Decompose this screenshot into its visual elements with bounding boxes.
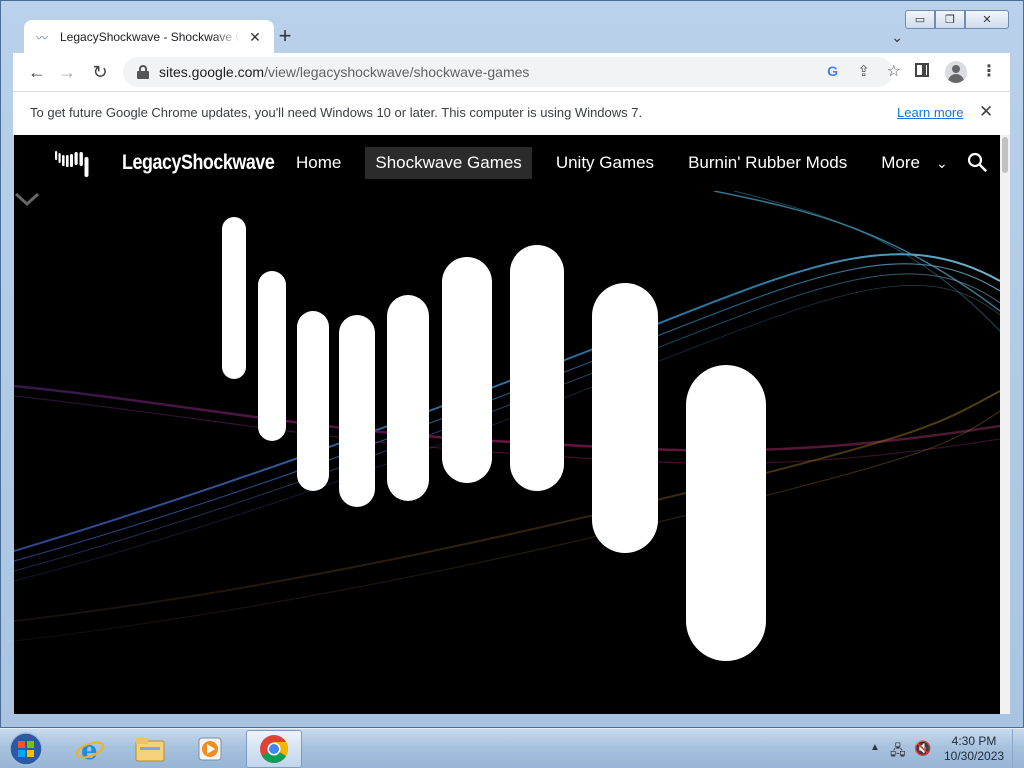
tab-search-chevron-icon[interactable]: ⌄: [891, 29, 903, 46]
svg-text:e: e: [81, 736, 98, 764]
internet-explorer-taskbar-icon[interactable]: e: [62, 730, 118, 768]
url-host: sites.google.com: [159, 64, 265, 80]
show-hidden-icons-icon[interactable]: ▲: [870, 742, 880, 753]
nav-more[interactable]: More: [871, 147, 930, 179]
tab-close-icon[interactable]: ✕: [246, 29, 264, 46]
windows-taskbar: e ▲ 🖧 🔇 4:30 PM 10/30/2023: [0, 728, 1024, 768]
new-tab-button[interactable]: +: [275, 25, 295, 47]
lock-icon[interactable]: [137, 65, 149, 79]
profile-avatar-icon[interactable]: [945, 61, 967, 83]
browser-toolbar: ← → ↻ sites.google.com/view/legacyshockw…: [13, 53, 1010, 91]
file-explorer-taskbar-icon[interactable]: [122, 730, 178, 768]
infobar-close-icon[interactable]: ✕: [979, 102, 993, 122]
reload-button[interactable]: ↻: [88, 60, 112, 84]
network-icon[interactable]: 🖧: [890, 740, 906, 764]
url-path: /view/legacyshockwave/shockwave-games: [264, 64, 530, 80]
windows-start-button[interactable]: [6, 731, 46, 767]
bookmark-star-icon[interactable]: ☆: [887, 61, 901, 81]
nav-shockwave-games[interactable]: Shockwave Games: [365, 147, 532, 179]
hero-banner: i: [14, 191, 1000, 714]
google-chrome-taskbar-icon[interactable]: [246, 730, 302, 768]
side-panel-icon[interactable]: [915, 63, 929, 77]
search-icon[interactable]: [967, 152, 987, 172]
hero-background-waves: [14, 191, 1000, 714]
site-nav: Home Shockwave Games Unity Games Burnin'…: [286, 147, 972, 179]
site-name[interactable]: LegacyShockwave: [122, 151, 275, 175]
google-translate-icon[interactable]: G: [827, 63, 838, 79]
nav-home[interactable]: Home: [286, 147, 351, 179]
page-viewport: LegacyShockwave Home Shockwave Games Uni…: [14, 135, 1000, 714]
nav-unity-games[interactable]: Unity Games: [546, 147, 664, 179]
media-player-taskbar-icon[interactable]: [182, 730, 238, 768]
share-icon[interactable]: ⇪: [857, 62, 870, 80]
page-scrollbar[interactable]: [1000, 135, 1010, 714]
scroll-down-chevron-icon[interactable]: [14, 191, 40, 207]
legacyshockwave-logo-icon[interactable]: [54, 149, 90, 179]
address-bar[interactable]: sites.google.com/view/legacyshockwave/sh…: [123, 57, 901, 87]
shockwave-favicon-icon: 〰: [35, 30, 48, 45]
tab-strip: 〰 LegacyShockwave - Shockwave Games ✕ + …: [13, 13, 1011, 54]
clock-time: 4:30 PM: [951, 734, 997, 748]
tab-title: LegacyShockwave - Shockwave Games: [60, 30, 240, 44]
back-button[interactable]: ←: [25, 60, 49, 84]
forward-button[interactable]: →: [55, 60, 79, 84]
volume-muted-icon[interactable]: 🔇: [914, 740, 931, 757]
system-clock[interactable]: 4:30 PM 10/30/2023: [944, 734, 1004, 764]
chevron-down-icon[interactable]: ⌄: [936, 155, 948, 172]
nav-burnin-rubber-mods[interactable]: Burnin' Rubber Mods: [678, 147, 857, 179]
chrome-menu-icon[interactable]: ⋮: [981, 61, 997, 81]
scrollbar-thumb[interactable]: [1002, 137, 1008, 173]
learn-more-link[interactable]: Learn more: [897, 105, 963, 120]
tab-legacyshockwave[interactable]: 〰 LegacyShockwave - Shockwave Games ✕: [24, 20, 274, 54]
infobar-message: To get future Google Chrome updates, you…: [30, 105, 643, 120]
clock-date: 10/30/2023: [944, 749, 1005, 763]
site-header: LegacyShockwave Home Shockwave Games Uni…: [14, 135, 1000, 191]
update-infobar: To get future Google Chrome updates, you…: [13, 91, 1010, 135]
show-desktop-button[interactable]: [1012, 729, 1024, 768]
